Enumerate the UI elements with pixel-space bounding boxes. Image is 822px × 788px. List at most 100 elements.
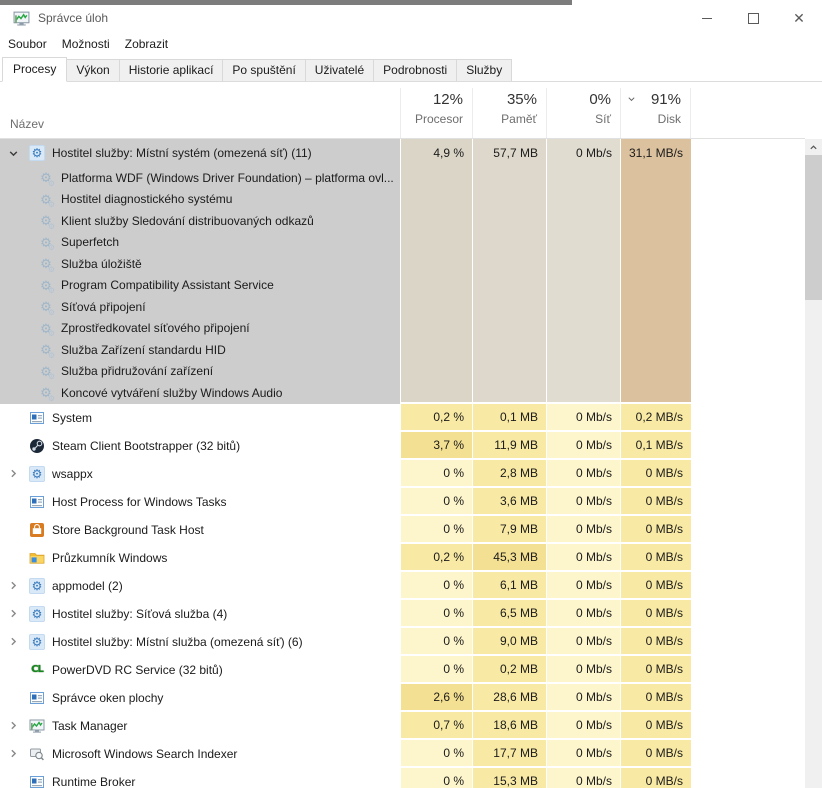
process-name: Koncové vytváření služby Windows Audio <box>61 386 282 400</box>
process-row[interactable]: Microsoft Windows Search Indexer0 %17,7 … <box>0 740 805 768</box>
process-row[interactable]: ⚙Hostitel služby: Síťová služba (4)0 %6,… <box>0 600 805 628</box>
column-header-network[interactable]: 0%Síť <box>546 88 620 138</box>
process-row[interactable]: Host Process for Windows Tasks0 %3,6 MB0… <box>0 488 805 516</box>
column-header-disk[interactable]: 91%Disk <box>620 88 691 138</box>
chevron-right-icon[interactable] <box>6 719 20 733</box>
process-name: System <box>52 411 92 425</box>
task-manager-icon <box>13 10 30 27</box>
minimize-button[interactable] <box>684 5 730 32</box>
process-row[interactable]: Task Manager0,7 %18,6 MB0 Mb/s0 MB/s <box>0 712 805 740</box>
maximize-button[interactable] <box>730 5 776 32</box>
process-row[interactable]: Steam Client Bootstrapper (32 bitů)3,7 %… <box>0 432 805 460</box>
process-row[interactable]: ⚙⚙Hostitel diagnostického systému <box>0 189 805 211</box>
network-cell <box>546 296 620 318</box>
cpu-cell: 0 % <box>400 768 472 788</box>
memory-cell: 0,2 MB <box>472 656 546 684</box>
process-row[interactable]: ⚙⚙Klient služby Sledování distribuovanýc… <box>0 210 805 232</box>
process-row[interactable]: ⚙wsappx0 %2,8 MB0 Mb/s0 MB/s <box>0 460 805 488</box>
process-name: Platforma WDF (Windows Driver Foundation… <box>61 171 394 185</box>
tab-historie-aplikaci[interactable]: Historie aplikací <box>119 59 224 81</box>
process-list: ⚙Hostitel služby: Místní systém (omezená… <box>0 139 805 788</box>
process-name: Store Background Task Host <box>52 523 204 537</box>
menu-item-moznosti[interactable]: Možnosti <box>55 32 117 56</box>
tab-procesy[interactable]: Procesy <box>2 57 67 82</box>
process-row[interactable]: CLPowerDVD RC Service (32 bitů)0 %0,2 MB… <box>0 656 805 684</box>
process-row[interactable]: ⚙appmodel (2)0 %6,1 MB0 Mb/s0 MB/s <box>0 572 805 600</box>
column-header-memory[interactable]: 35%Paměť <box>472 88 546 138</box>
process-row[interactable]: ⚙⚙Služba přidružování zařízení <box>0 361 805 383</box>
service-icon: ⚙⚙ <box>38 170 54 186</box>
memory-cell <box>472 253 546 275</box>
process-row[interactable]: ⚙Hostitel služby: Místní systém (omezená… <box>0 139 805 167</box>
process-row[interactable]: ⚙⚙Služba Zařízení standardu HID <box>0 339 805 361</box>
cpu-cell <box>400 382 472 404</box>
disk-cell <box>620 189 691 211</box>
memory-cell: 6,1 MB <box>472 572 546 600</box>
process-name-cell: ⚙⚙ Koncové vytváření služby Windows Audio <box>0 382 400 404</box>
process-row[interactable]: System0,2 %0,1 MB0 Mb/s0,2 MB/s <box>0 404 805 432</box>
memory-cell <box>472 318 546 340</box>
process-row[interactable]: ⚙⚙ Koncové vytváření služby Windows Audio <box>0 382 805 404</box>
network-cell <box>546 339 620 361</box>
chevron-up-icon <box>808 143 819 152</box>
menu-item-zobrazit[interactable]: Zobrazit <box>118 32 175 56</box>
process-row[interactable]: ⚙⚙ Platforma WDF (Windows Driver Foundati… <box>0 167 805 189</box>
column-header-name[interactable]: Název <box>10 117 44 131</box>
memory-cell <box>472 189 546 211</box>
memory-cell <box>472 382 546 404</box>
tab-uzivatele[interactable]: Uživatelé <box>305 59 374 81</box>
chevron-right-icon[interactable] <box>6 607 20 621</box>
service-icon: ⚙⚙ <box>38 385 54 401</box>
maximize-icon <box>748 13 759 24</box>
chevron-down-icon[interactable] <box>6 146 20 160</box>
network-cell: 0 Mb/s <box>546 628 620 656</box>
process-name-cell: ⚙⚙Hostitel diagnostického systému <box>0 189 400 211</box>
chevron-right-icon[interactable] <box>6 467 20 481</box>
minimize-icon <box>702 18 712 19</box>
process-name-cell: ⚙⚙Program Compatibility Assistant Servic… <box>0 275 400 297</box>
process-name: Klient služby Sledování distribuovaných … <box>61 214 314 228</box>
vertical-scrollbar[interactable] <box>805 139 822 788</box>
column-header-cpu[interactable]: 12%Procesor <box>400 88 472 138</box>
process-row[interactable]: ⚙Hostitel služby: Místní služba (omezená… <box>0 628 805 656</box>
application-icon <box>29 494 45 510</box>
memory-cell: 9,0 MB <box>472 628 546 656</box>
folder-icon <box>29 550 45 566</box>
disk-cell <box>620 210 691 232</box>
process-row[interactable]: Store Background Task Host0 %7,9 MB0 Mb/… <box>0 516 805 544</box>
scroll-up-button[interactable] <box>805 139 822 155</box>
chevron-right-icon[interactable] <box>6 579 20 593</box>
process-name-cell: Host Process for Windows Tasks <box>0 488 400 516</box>
network-cell <box>546 189 620 211</box>
menu-item-soubor[interactable]: Soubor <box>1 32 54 56</box>
tab-podrobnosti[interactable]: Podrobnosti <box>373 59 457 81</box>
process-row[interactable]: ⚙⚙Síťová připojení <box>0 296 805 318</box>
process-row[interactable]: ⚙⚙Služba úložiště <box>0 253 805 275</box>
cpu-cell: 0 % <box>400 656 472 684</box>
scrollbar-thumb[interactable] <box>805 155 822 300</box>
network-cell <box>546 232 620 254</box>
tab-po-spusteni[interactable]: Po spuštění <box>222 59 305 81</box>
process-row[interactable]: Průzkumník Windows0,2 %45,3 MB0 Mb/s0 MB… <box>0 544 805 572</box>
chevron-right-icon[interactable] <box>6 747 20 761</box>
cpu-cell: 0,7 % <box>400 712 472 740</box>
chevron-right-icon[interactable] <box>6 635 20 649</box>
network-cell: 0 Mb/s <box>546 460 620 488</box>
process-row[interactable]: ⚙⚙Superfetch <box>0 232 805 254</box>
process-name-cell: System <box>0 404 400 432</box>
tab-sluzby[interactable]: Služby <box>456 59 512 81</box>
tabbar: ProcesyVýkonHistorie aplikacíPo spuštění… <box>0 56 822 82</box>
window-title: Správce úloh <box>38 11 108 25</box>
process-name-cell: ⚙⚙Síťová připojení <box>0 296 400 318</box>
process-row[interactable]: Runtime Broker0 %15,3 MB0 Mb/s0 MB/s <box>0 768 805 788</box>
tab-vykon[interactable]: Výkon <box>66 59 119 81</box>
close-button[interactable]: ✕ <box>776 5 822 32</box>
network-cell: 0 Mb/s <box>546 600 620 628</box>
process-row[interactable]: ⚙⚙Zprostředkovatel síťového připojení <box>0 318 805 340</box>
process-row[interactable]: Správce oken plochy2,6 %28,6 MB0 Mb/s0 M… <box>0 684 805 712</box>
cpu-cell <box>400 253 472 275</box>
process-row[interactable]: ⚙⚙Program Compatibility Assistant Servic… <box>0 275 805 297</box>
disk-cell: 0,1 MB/s <box>620 432 691 460</box>
network-cell <box>546 253 620 275</box>
network-cell: 0 Mb/s <box>546 740 620 768</box>
